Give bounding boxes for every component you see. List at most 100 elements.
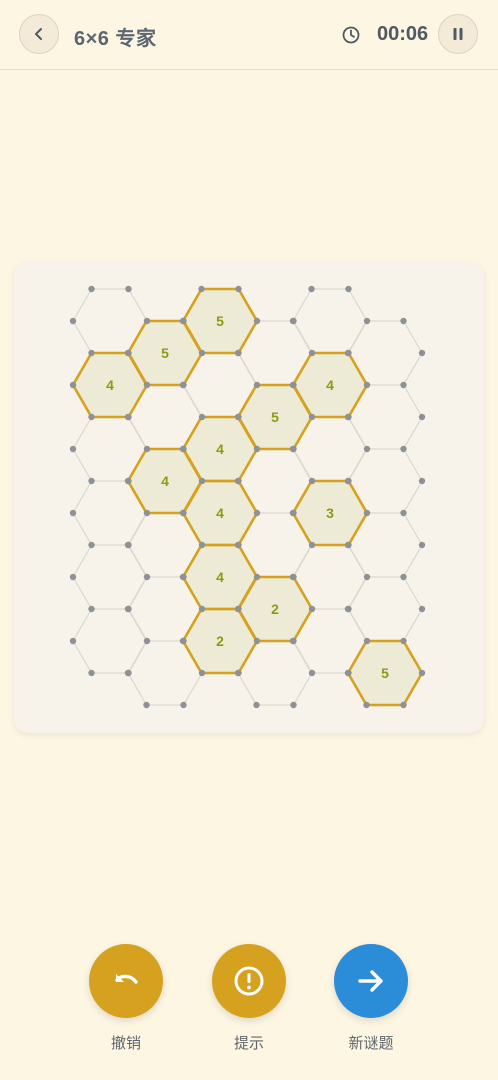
- clue-number: 5: [216, 313, 224, 329]
- vertex-dot: [400, 317, 407, 325]
- vertex-dot: [69, 637, 77, 645]
- undo-icon: [115, 974, 138, 984]
- vertex-dot: [344, 541, 352, 549]
- vertex-dot: [400, 509, 407, 517]
- hint-control: 提示: [209, 944, 289, 1053]
- vertex-dot: [308, 669, 316, 677]
- pause-icon: [453, 28, 463, 40]
- control-bar: 撤销 提示 新谜题: [0, 944, 498, 1064]
- vertex-dot: [124, 541, 132, 549]
- back-button[interactable]: [19, 14, 59, 54]
- vertex-dot: [290, 701, 297, 709]
- hint-label: 提示: [233, 1035, 264, 1052]
- clue-number: 5: [381, 665, 389, 681]
- vertex-dot: [69, 317, 77, 325]
- clue-number: 4: [106, 377, 114, 393]
- vertex-dot: [143, 701, 150, 709]
- vertex-dot: [179, 381, 187, 389]
- vertex-dot: [344, 605, 352, 613]
- vertex-dot: [418, 669, 426, 677]
- vertex-dot: [400, 381, 407, 389]
- vertex-dot: [253, 701, 260, 709]
- timer: 00:06: [377, 23, 429, 45]
- vertex-dot: [289, 317, 297, 325]
- hint-button[interactable]: [212, 944, 286, 1018]
- next-puzzle-label: 新谜题: [348, 1035, 394, 1052]
- vertex-dot: [253, 637, 261, 645]
- vertex-dot: [344, 477, 352, 485]
- top-bar: 6×6 专家 00:06: [0, 0, 498, 70]
- vertex-dot: [418, 605, 426, 613]
- vertex-dot: [124, 669, 132, 677]
- vertex-dot: [179, 637, 187, 645]
- clue-number: 5: [271, 409, 279, 425]
- next-puzzle-button[interactable]: [334, 944, 408, 1018]
- clue-number: 2: [271, 601, 279, 617]
- clue-number: 4: [216, 441, 224, 457]
- vertex-dot: [253, 445, 261, 453]
- vertex-dot: [179, 573, 187, 581]
- clue-number: 4: [216, 569, 224, 585]
- vertex-dot: [235, 285, 242, 293]
- vertex-dot: [289, 445, 297, 453]
- vertex-dot: [253, 317, 261, 325]
- vertex-dot: [234, 349, 242, 357]
- vertex-dot: [345, 285, 352, 293]
- vertex-dot: [69, 445, 77, 453]
- vertex-dot: [289, 637, 297, 645]
- vertex-dot: [400, 445, 407, 453]
- vertex-dot: [400, 701, 407, 709]
- vertex-dot: [234, 541, 242, 549]
- vertex-dot: [143, 509, 151, 517]
- clue-number: 4: [216, 505, 224, 521]
- vertex-dot: [69, 573, 77, 581]
- vertex-dot: [308, 605, 316, 613]
- vertex-dot: [363, 317, 371, 325]
- pause-button[interactable]: [438, 14, 478, 54]
- vertex-dot: [308, 413, 316, 421]
- vertex-dot: [400, 573, 407, 581]
- clue-number: 2: [216, 633, 224, 649]
- vertex-dot: [143, 637, 151, 645]
- vertex-dot: [344, 413, 352, 421]
- vertex-dot: [234, 669, 242, 677]
- vertex-dot: [308, 285, 315, 293]
- vertex-dot: [198, 669, 206, 677]
- vertex-dot: [179, 317, 187, 325]
- vertex-dot: [143, 317, 151, 325]
- vertex-dot: [88, 477, 95, 485]
- vertex-dot: [88, 285, 95, 293]
- vertex-dot: [253, 509, 261, 517]
- vertex-dot: [69, 381, 77, 389]
- vertex-dot: [88, 605, 95, 613]
- clock-icon: [342, 26, 360, 44]
- vertex-dot: [418, 349, 426, 357]
- vertex-dot: [88, 413, 95, 421]
- clue-number: 5: [161, 345, 169, 361]
- vertex-dot: [363, 445, 371, 453]
- hex-puzzle-board[interactable]: 4 5 4 5 4 4 4 2 5 2 4 3 5: [14, 262, 484, 733]
- vertex-dot: [198, 413, 206, 421]
- undo-button[interactable]: [89, 944, 163, 1018]
- vertex-dot: [143, 445, 151, 453]
- vertex-dot: [179, 509, 187, 517]
- vertex-dot: [253, 381, 261, 389]
- undo-label: 撤销: [110, 1035, 141, 1052]
- vertex-dot: [198, 605, 206, 613]
- vertex-dot: [418, 413, 426, 421]
- vertex-dot: [198, 285, 205, 293]
- vertex-dot: [418, 477, 426, 485]
- clue-number: 4: [326, 377, 334, 393]
- vertex-dot: [418, 541, 426, 549]
- vertex-dot: [143, 573, 151, 581]
- vertex-dot: [308, 349, 316, 357]
- vertex-dot: [124, 349, 132, 357]
- vertex-dot: [289, 381, 297, 389]
- vertex-dot: [88, 349, 95, 357]
- vertex-dot: [289, 573, 297, 581]
- next-puzzle-control: 新谜题: [331, 944, 411, 1053]
- vertex-dot: [180, 701, 187, 709]
- clue-number: 3: [326, 505, 334, 521]
- undo-control: 撤销: [86, 944, 166, 1053]
- vertex-dot: [363, 701, 370, 709]
